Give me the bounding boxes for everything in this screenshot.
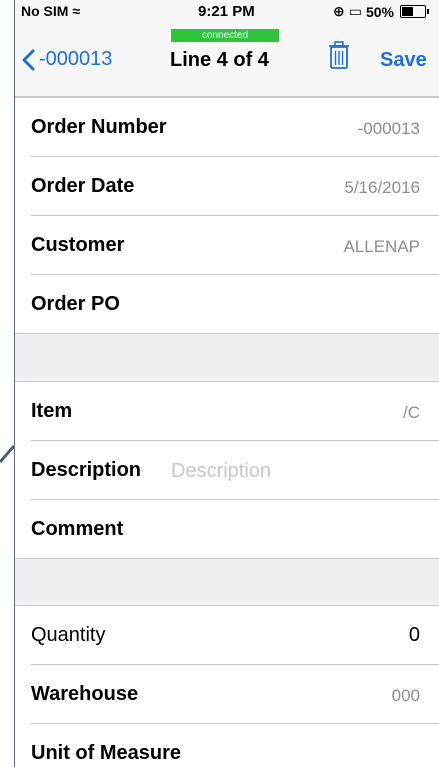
page-title: Line 4 of 4 (170, 49, 269, 71)
warehouse-row[interactable]: Warehouse 000 (31, 665, 439, 724)
order-section: Order Number -000013 Order Date 5/16/201… (15, 97, 439, 334)
customer-row[interactable]: Customer ALLENAP (31, 216, 439, 275)
customer-value: ALLENAP (343, 237, 420, 256)
battery-percent: 50% (365, 3, 394, 20)
description-label: Description (31, 459, 142, 481)
order-date-row[interactable]: Order Date 5/16/2016 (31, 157, 439, 216)
status-bar: No SIM ≈ 9:21 PM ⊕ ▭ 50% (15, 0, 439, 24)
warehouse-label: Warehouse (31, 683, 139, 705)
quantity-row[interactable]: Quantity 0 (31, 606, 439, 665)
carrier-wifi: No SIM ≈ (21, 3, 81, 19)
comment-label: Comment (31, 518, 124, 540)
description-row[interactable]: Description Description (31, 441, 439, 500)
item-row[interactable]: Item /C (31, 382, 439, 441)
airplay-icon: ▭ (348, 3, 362, 19)
item-label: Item (31, 400, 73, 422)
warehouse-value: 000 (391, 686, 420, 705)
phone-screen: No SIM ≈ 9:21 PM ⊕ ▭ 50% -000013 Line 4 … (14, 0, 439, 767)
status-time: 9:21 PM (198, 3, 255, 20)
chevron-left-icon (22, 49, 35, 70)
quantity-value[interactable]: 0 (409, 624, 420, 647)
back-button[interactable]: -000013 (21, 48, 112, 71)
order-number-value: -000013 (357, 119, 420, 138)
trash-icon (329, 41, 349, 69)
order-date-value: 5/16/2016 (344, 178, 420, 197)
status-right: ⊕ ▭ 50% (333, 3, 429, 20)
order-date-label: Order Date (31, 175, 135, 197)
trash-button[interactable] (328, 40, 350, 75)
order-number-row[interactable]: Order Number -000013 (31, 98, 439, 157)
save-button[interactable]: Save (380, 49, 427, 72)
item-value: /C (403, 403, 420, 422)
line-section: Item /C Description Description Comment (15, 381, 439, 559)
connection-status-badge: connected (171, 29, 279, 42)
unit-of-measure-row[interactable]: Unit of Measure (31, 724, 439, 767)
description-field[interactable]: Description (171, 460, 271, 483)
details-section: Quantity 0 Warehouse 000 Unit of Measure (15, 605, 439, 767)
orientation-lock-icon: ⊕ (333, 3, 345, 19)
order-po-label: Order PO (31, 293, 120, 315)
customer-label: Customer (31, 234, 125, 256)
battery-icon (400, 5, 429, 18)
order-number-label: Order Number (31, 116, 167, 138)
order-po-row[interactable]: Order PO (31, 275, 439, 333)
back-label: -000013 (39, 48, 113, 70)
comment-row[interactable]: Comment (31, 500, 439, 558)
unit-of-measure-label: Unit of Measure (31, 742, 182, 764)
quantity-label: Quantity (31, 624, 106, 646)
connector-line (0, 445, 14, 463)
wifi-icon: ≈ (72, 3, 81, 19)
